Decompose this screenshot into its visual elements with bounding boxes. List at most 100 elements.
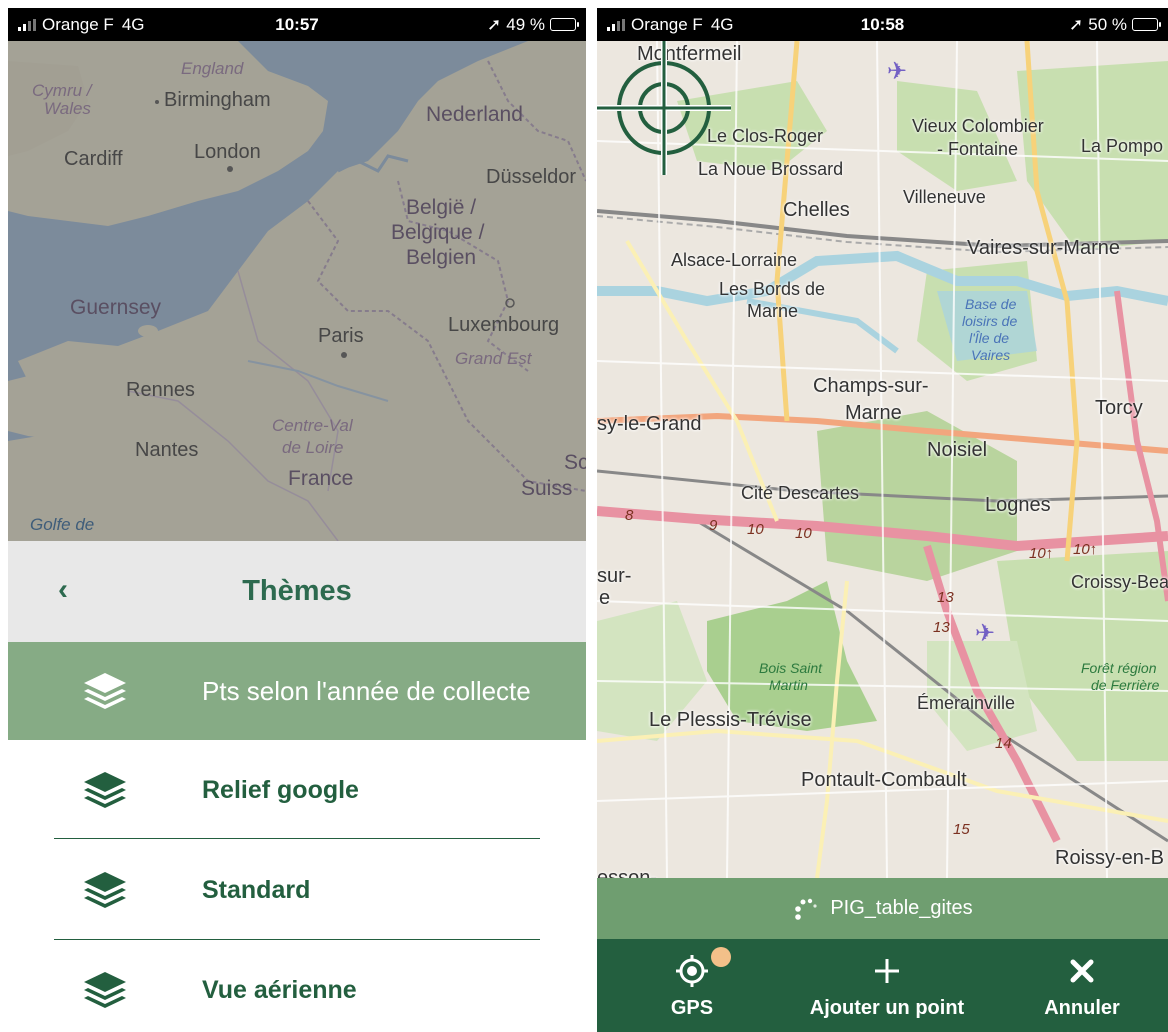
map-label: Cité Descartes	[741, 483, 860, 503]
map-label: Wales	[44, 99, 91, 118]
theme-item-label: Standard	[202, 875, 311, 904]
loading-spinner-icon	[792, 897, 818, 921]
right-phone-screen: Orange F 4G 10:58 ➚ 50 % ✈ ✈ Montfermeil…	[597, 8, 1168, 1032]
gps-status-dot	[711, 947, 731, 967]
map-label: de Ferrière	[1091, 677, 1160, 693]
map-label: Nederland	[426, 103, 523, 126]
gps-target-icon	[672, 951, 712, 991]
road-number: 10	[747, 521, 764, 538]
active-layer-name: PIG_table_gites	[830, 897, 973, 919]
map-label: Luxembourg	[448, 314, 560, 336]
theme-item-vue-aerienne[interactable]: Vue aérienne	[8, 941, 586, 1032]
map-label: loisirs de	[962, 313, 1018, 329]
add-point-label: Ajouter un point	[809, 997, 965, 1019]
map-label: Marne	[747, 301, 799, 321]
panel-title: Thèmes	[242, 575, 352, 607]
road-number: 10↑	[1029, 545, 1054, 562]
location-arrow-icon: ➚	[487, 14, 502, 34]
status-bar: Orange F 4G 10:57 ➚ 49 %	[8, 8, 586, 41]
road-number: 10↑	[1073, 541, 1098, 558]
cancel-button[interactable]: Annuler	[1027, 939, 1137, 1032]
theme-item-label: Pts selon l'année de collecte	[202, 675, 531, 706]
map-label: Champs-sur-	[813, 375, 929, 397]
map-label: sur-	[597, 565, 632, 587]
map-label: Villeneuve	[903, 187, 986, 207]
map-label: Croissy-Beau	[1071, 572, 1168, 592]
map-label: Roissy-en-B	[1055, 847, 1164, 869]
road-number: 10	[795, 525, 812, 542]
svg-text:✈: ✈	[975, 620, 995, 647]
map-label: Torcy	[1095, 397, 1143, 419]
road-number: 8	[625, 507, 634, 524]
battery-percent: 50 %	[1088, 14, 1127, 34]
map-label: Birmingham	[164, 89, 271, 111]
map-label: Cardiff	[64, 148, 123, 170]
map-label: Alsace-Lorraine	[671, 250, 798, 270]
map-label: London	[194, 141, 261, 163]
map-label: Grand Est	[455, 349, 532, 368]
network-type: 4G	[710, 14, 734, 34]
map-label: e	[599, 587, 611, 609]
road-number: 9	[709, 517, 718, 534]
map-label: Sc	[564, 451, 586, 474]
map-label: Martin	[769, 677, 808, 693]
network-type: 4G	[121, 14, 145, 34]
signal-icon	[607, 18, 625, 31]
theme-item-pts-annee-collecte[interactable]: Pts selon l'année de collecte	[8, 642, 586, 740]
road-number: 13	[933, 619, 950, 636]
map-label: Lognes	[985, 494, 1051, 516]
map-label: België /	[406, 196, 477, 219]
divider	[54, 939, 540, 940]
map-label: Forêt région	[1081, 660, 1157, 676]
battery-icon	[550, 18, 579, 31]
map-view[interactable]: ✈ ✈ Montfermeil Le Clos-Roger Vieux Colo…	[597, 41, 1168, 878]
layers-icon	[84, 972, 126, 1008]
background-map: England Cymru / Wales Birmingham Nederla…	[8, 41, 586, 541]
map-label: Paris	[318, 325, 364, 347]
layers-icon	[84, 772, 126, 808]
crosshair-target-icon	[597, 41, 731, 175]
close-icon	[1062, 951, 1102, 991]
map-label: Golfe de	[30, 515, 95, 534]
gps-button[interactable]: GPS	[647, 939, 737, 1032]
map-label: Vaires	[971, 347, 1011, 363]
add-point-button[interactable]: Ajouter un point	[787, 939, 987, 1032]
back-chevron-icon[interactable]: ‹	[58, 575, 88, 605]
theme-item-label: Vue aérienne	[202, 975, 357, 1004]
signal-icon	[18, 18, 36, 31]
map-label: France	[288, 467, 354, 490]
active-layer-bar[interactable]: PIG_table_gites	[597, 878, 1168, 939]
cancel-label: Annuler	[1044, 997, 1120, 1019]
carrier-name: Orange F	[42, 14, 114, 34]
map-label: esson-	[597, 867, 658, 878]
map-label: La Pompo	[1081, 136, 1164, 156]
gps-label: GPS	[670, 997, 714, 1019]
bottom-action-bar: GPS Ajouter un point Annuler	[597, 939, 1168, 1032]
map-label: Düsseldor	[486, 166, 577, 188]
map-label: Noisiel	[927, 439, 988, 461]
map-label: sy-le-Grand	[597, 413, 702, 435]
map-label: de Loire	[282, 438, 344, 457]
map-label: Le Plessis-Trévise	[649, 709, 812, 731]
svg-text:✈: ✈	[887, 58, 907, 85]
map-label: Vieux Colombier	[912, 116, 1044, 136]
map-label: Vaires-sur-Marne	[967, 237, 1120, 259]
map-label: Émerainville	[917, 693, 1016, 713]
map-label: Guernsey	[70, 296, 162, 319]
map-label: Les Bords de	[719, 279, 826, 299]
road-number: 14	[995, 735, 1012, 752]
map-label: Centre-Val	[272, 416, 353, 435]
layers-icon	[84, 673, 126, 709]
map-label: Chelles	[783, 199, 850, 221]
map-label: Pontault-Combault	[801, 769, 967, 791]
left-phone-screen: Orange F 4G 10:57 ➚ 49 % England Cymru /…	[8, 8, 586, 1032]
map-label: l'Île de	[969, 330, 1010, 346]
battery-icon	[1132, 18, 1161, 31]
map-label: - Fontaine	[937, 139, 1019, 159]
map-label: Cymru /	[32, 81, 92, 100]
map-label: England	[181, 59, 244, 78]
map-label: Marne	[845, 402, 902, 424]
road-number: 15	[953, 821, 970, 838]
theme-item-relief-google[interactable]: Relief google	[8, 741, 586, 839]
theme-item-standard[interactable]: Standard	[8, 841, 586, 939]
